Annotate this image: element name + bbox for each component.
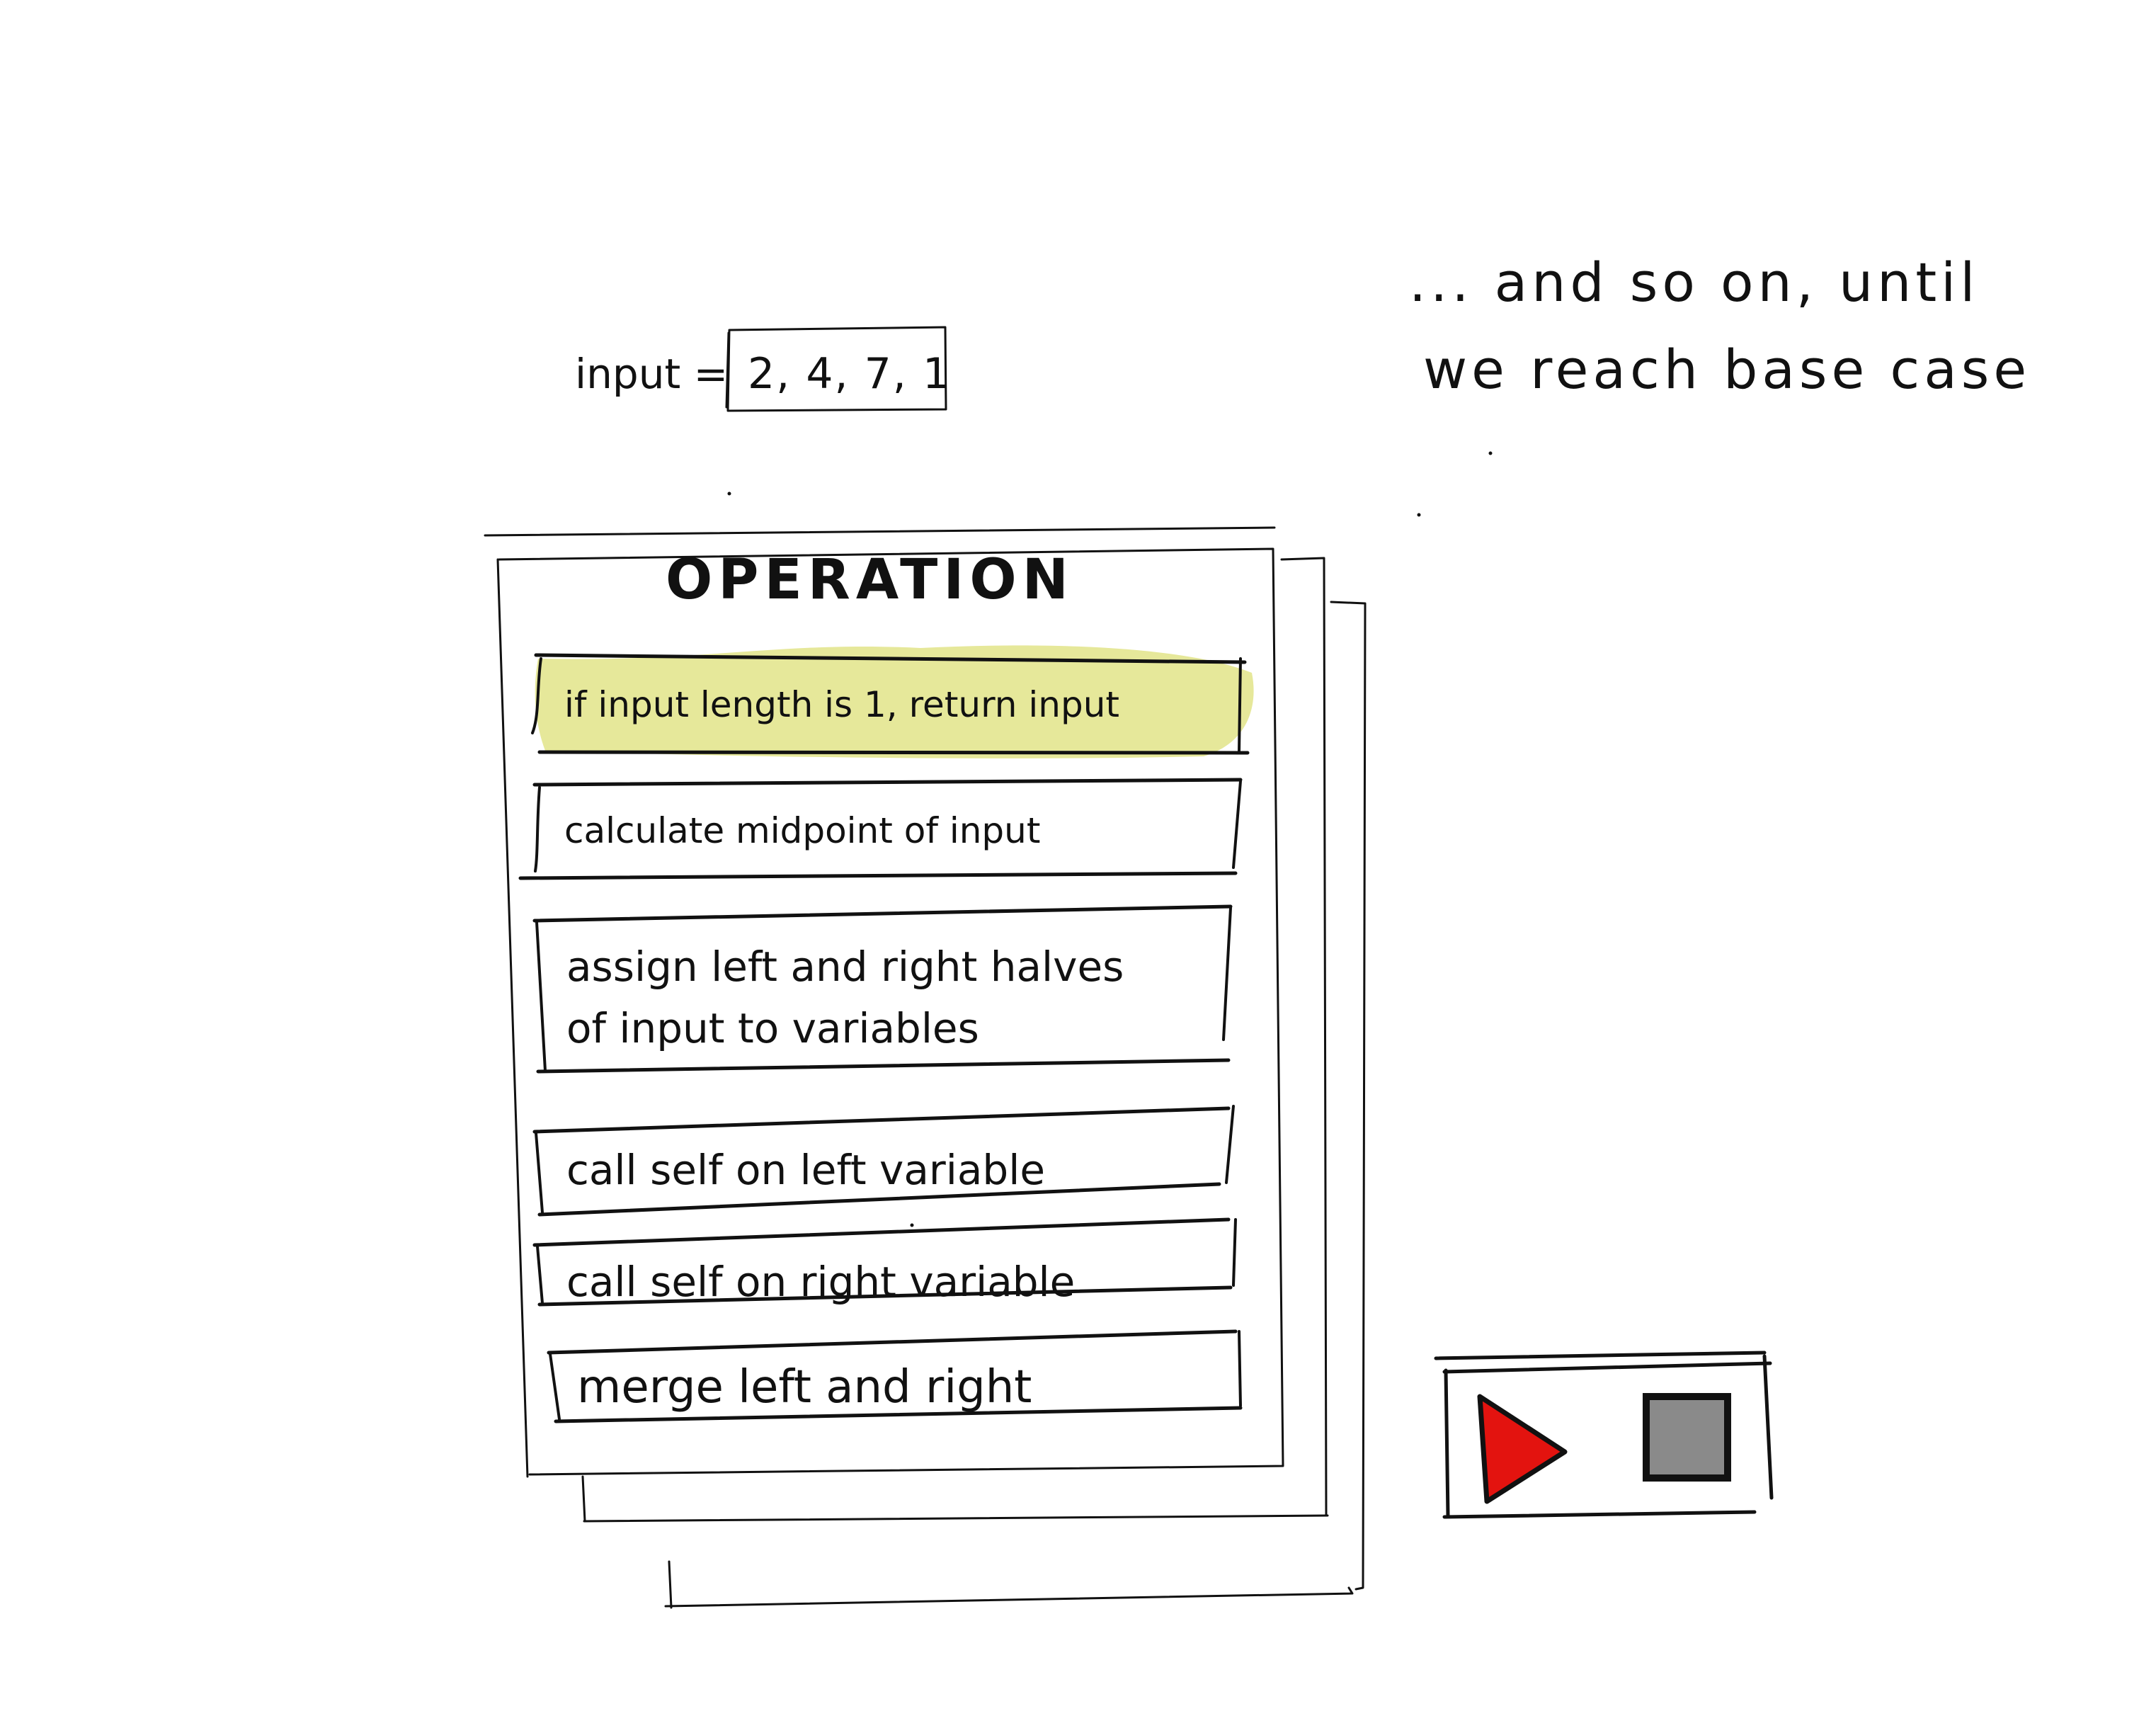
input-value: 2, 4, 7, 1 bbox=[748, 349, 951, 399]
step-label: merge left and right bbox=[577, 1361, 1032, 1414]
play-icon bbox=[1477, 1394, 1568, 1504]
sketch-canvas: ... and so on, until we reach base case … bbox=[484, 251, 2031, 1609]
input-value-box: 2, 4, 7, 1 bbox=[725, 326, 951, 412]
step-call-right[interactable]: call self on right variable bbox=[532, 1217, 1237, 1307]
step-label: if input length is 1, return input bbox=[564, 684, 1119, 725]
operation-title: OPERATION bbox=[666, 548, 1074, 612]
step-label: call self on left variable bbox=[566, 1146, 1045, 1194]
step-merge[interactable]: merge left and right bbox=[547, 1329, 1243, 1423]
input-label: input = bbox=[575, 350, 728, 398]
annotation-line-1: ... and so on, until bbox=[1409, 251, 1979, 314]
step-label: assign left and right halves bbox=[566, 943, 1124, 991]
play-button[interactable] bbox=[1477, 1394, 1568, 1504]
stop-button[interactable] bbox=[1643, 1393, 1731, 1482]
step-label: calculate midpoint of input bbox=[564, 810, 1040, 851]
step-midpoint[interactable]: calculate midpoint of input bbox=[518, 778, 1243, 880]
step-base-case[interactable]: if input length is 1, return input bbox=[531, 645, 1254, 758]
step-label: call self on right variable bbox=[566, 1258, 1075, 1306]
step-call-left[interactable]: call self on left variable bbox=[532, 1105, 1235, 1217]
step-assign-halves[interactable]: assign left and right halves of input to… bbox=[532, 904, 1233, 1074]
stop-icon bbox=[1643, 1393, 1731, 1482]
step-label-line2: of input to variables bbox=[566, 1004, 979, 1052]
annotation-line-2: we reach base case bbox=[1423, 338, 2031, 401]
